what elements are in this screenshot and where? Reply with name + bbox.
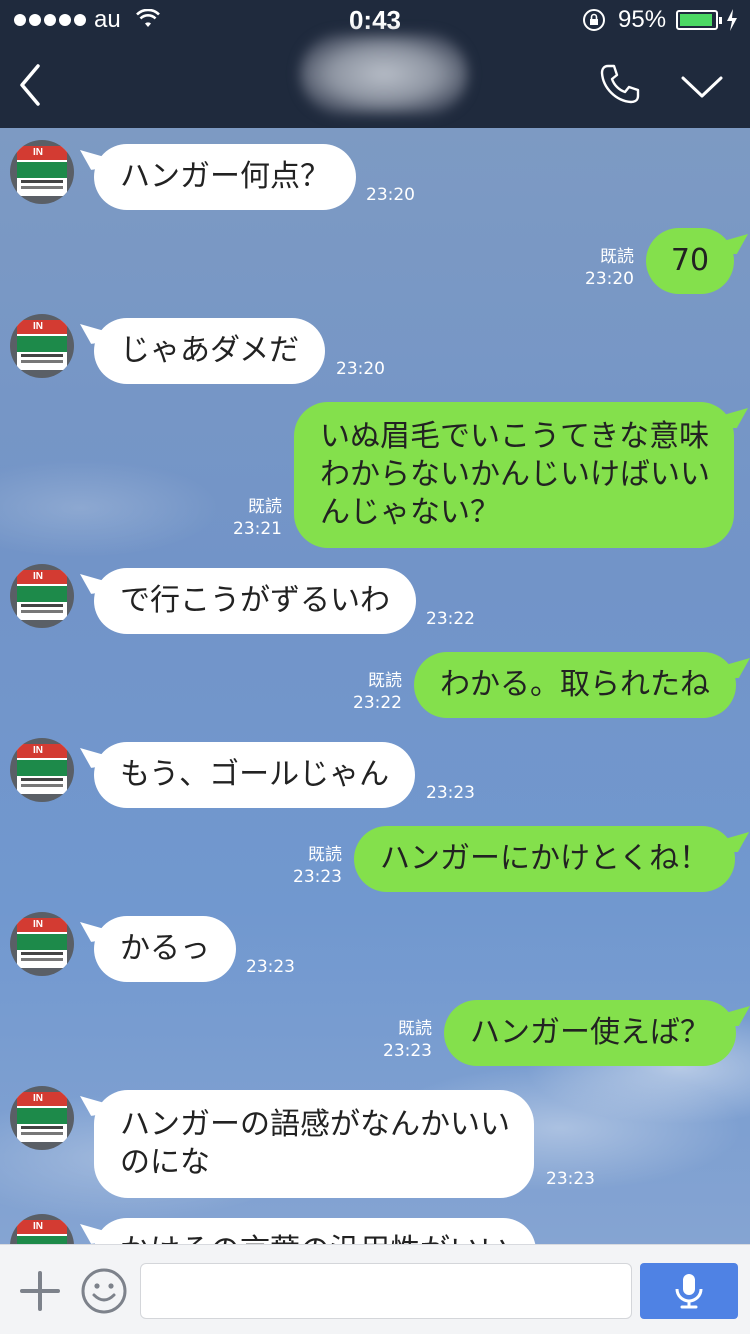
phone-icon [600, 64, 640, 104]
menu-toggle-button[interactable] [680, 72, 724, 102]
incoming-message-bubble[interactable]: ハンガーの語感がなんかいい のにな [94, 1090, 534, 1198]
message-time: 23:22 [353, 693, 402, 713]
battery-percentage: 95% [618, 6, 667, 33]
incoming-message-bubble[interactable]: ハンガー何点？ [94, 144, 356, 210]
incoming-message-bubble[interactable]: かるっ [94, 916, 236, 982]
incoming-message-bubble[interactable]: かけその言葉の汎用性がいい [94, 1218, 536, 1244]
orientation-lock-icon [582, 8, 606, 37]
contact-avatar[interactable]: IN [10, 912, 74, 976]
contact-avatar[interactable]: IN [10, 738, 74, 802]
call-button[interactable] [598, 62, 642, 106]
message-time: 23:20 [336, 359, 385, 379]
message-line: いぬ眉毛でいこうてきな意味 [320, 419, 710, 454]
outgoing-message-bubble[interactable]: ハンガー使えば？ [444, 1000, 736, 1066]
message-time: 23:21 [233, 519, 282, 539]
contact-avatar[interactable]: IN [10, 1086, 74, 1150]
outgoing-message-bubble[interactable]: ハンガーにかけとくね！ [354, 826, 736, 892]
contact-avatar[interactable]: IN [10, 1214, 74, 1244]
chevron-down-icon [681, 76, 723, 98]
read-receipt: 既読 [308, 845, 342, 865]
read-receipt: 既読 [248, 497, 282, 517]
message-input[interactable] [140, 1263, 632, 1319]
incoming-message-bubble[interactable]: じゃあダメだ [94, 318, 326, 384]
chat-header [0, 34, 750, 128]
battery-icon [676, 10, 722, 30]
message-time: 23:23 [546, 1169, 595, 1189]
message-time: 23:23 [293, 867, 342, 887]
read-receipt: 既読 [600, 247, 634, 267]
message-time: 23:23 [426, 783, 475, 803]
contact-avatar[interactable]: IN [10, 314, 74, 378]
message-line: んじゃない？ [320, 495, 500, 530]
message-time: 23:20 [366, 185, 415, 205]
charging-bolt-icon [726, 8, 738, 37]
back-button[interactable] [14, 62, 54, 108]
incoming-message-bubble[interactable]: もう、ゴールじゃん [94, 742, 416, 808]
plus-icon [20, 1271, 60, 1311]
attach-button[interactable] [18, 1269, 62, 1313]
chevron-left-icon [20, 64, 40, 106]
contact-name-obscured[interactable] [300, 34, 468, 114]
microphone-icon [675, 1274, 703, 1309]
read-receipt: 既読 [368, 671, 402, 691]
outgoing-message-bubble[interactable]: わかる。取られたね [414, 652, 736, 718]
message-time: 23:20 [585, 269, 634, 289]
contact-avatar[interactable]: IN [10, 564, 74, 628]
message-time: 23:23 [383, 1041, 432, 1061]
message-line: ハンガーの語感がなんかいい [120, 1107, 510, 1142]
outgoing-message-bubble[interactable]: いぬ眉毛でいこうてきな意味 わからないかんじいけばいい んじゃない？ [294, 402, 734, 548]
incoming-message-bubble[interactable]: で行こうがずるいわ [94, 568, 416, 634]
emoji-icon [81, 1268, 127, 1314]
message-list[interactable]: IN ハンガー何点？ 23:20 既読 23:20 70 IN じゃあダメだ 2… [0, 128, 750, 1244]
emoji-button[interactable] [80, 1267, 128, 1315]
message-composer [0, 1244, 750, 1334]
message-line: のにな [120, 1145, 210, 1180]
contact-avatar[interactable]: IN [10, 140, 74, 204]
voice-message-button[interactable] [640, 1263, 738, 1319]
message-line: わからないかんじいけばいい [320, 457, 710, 492]
read-receipt: 既読 [398, 1019, 432, 1039]
outgoing-message-bubble[interactable]: 70 [646, 228, 734, 294]
message-time: 23:22 [426, 609, 475, 629]
message-time: 23:23 [246, 957, 295, 977]
